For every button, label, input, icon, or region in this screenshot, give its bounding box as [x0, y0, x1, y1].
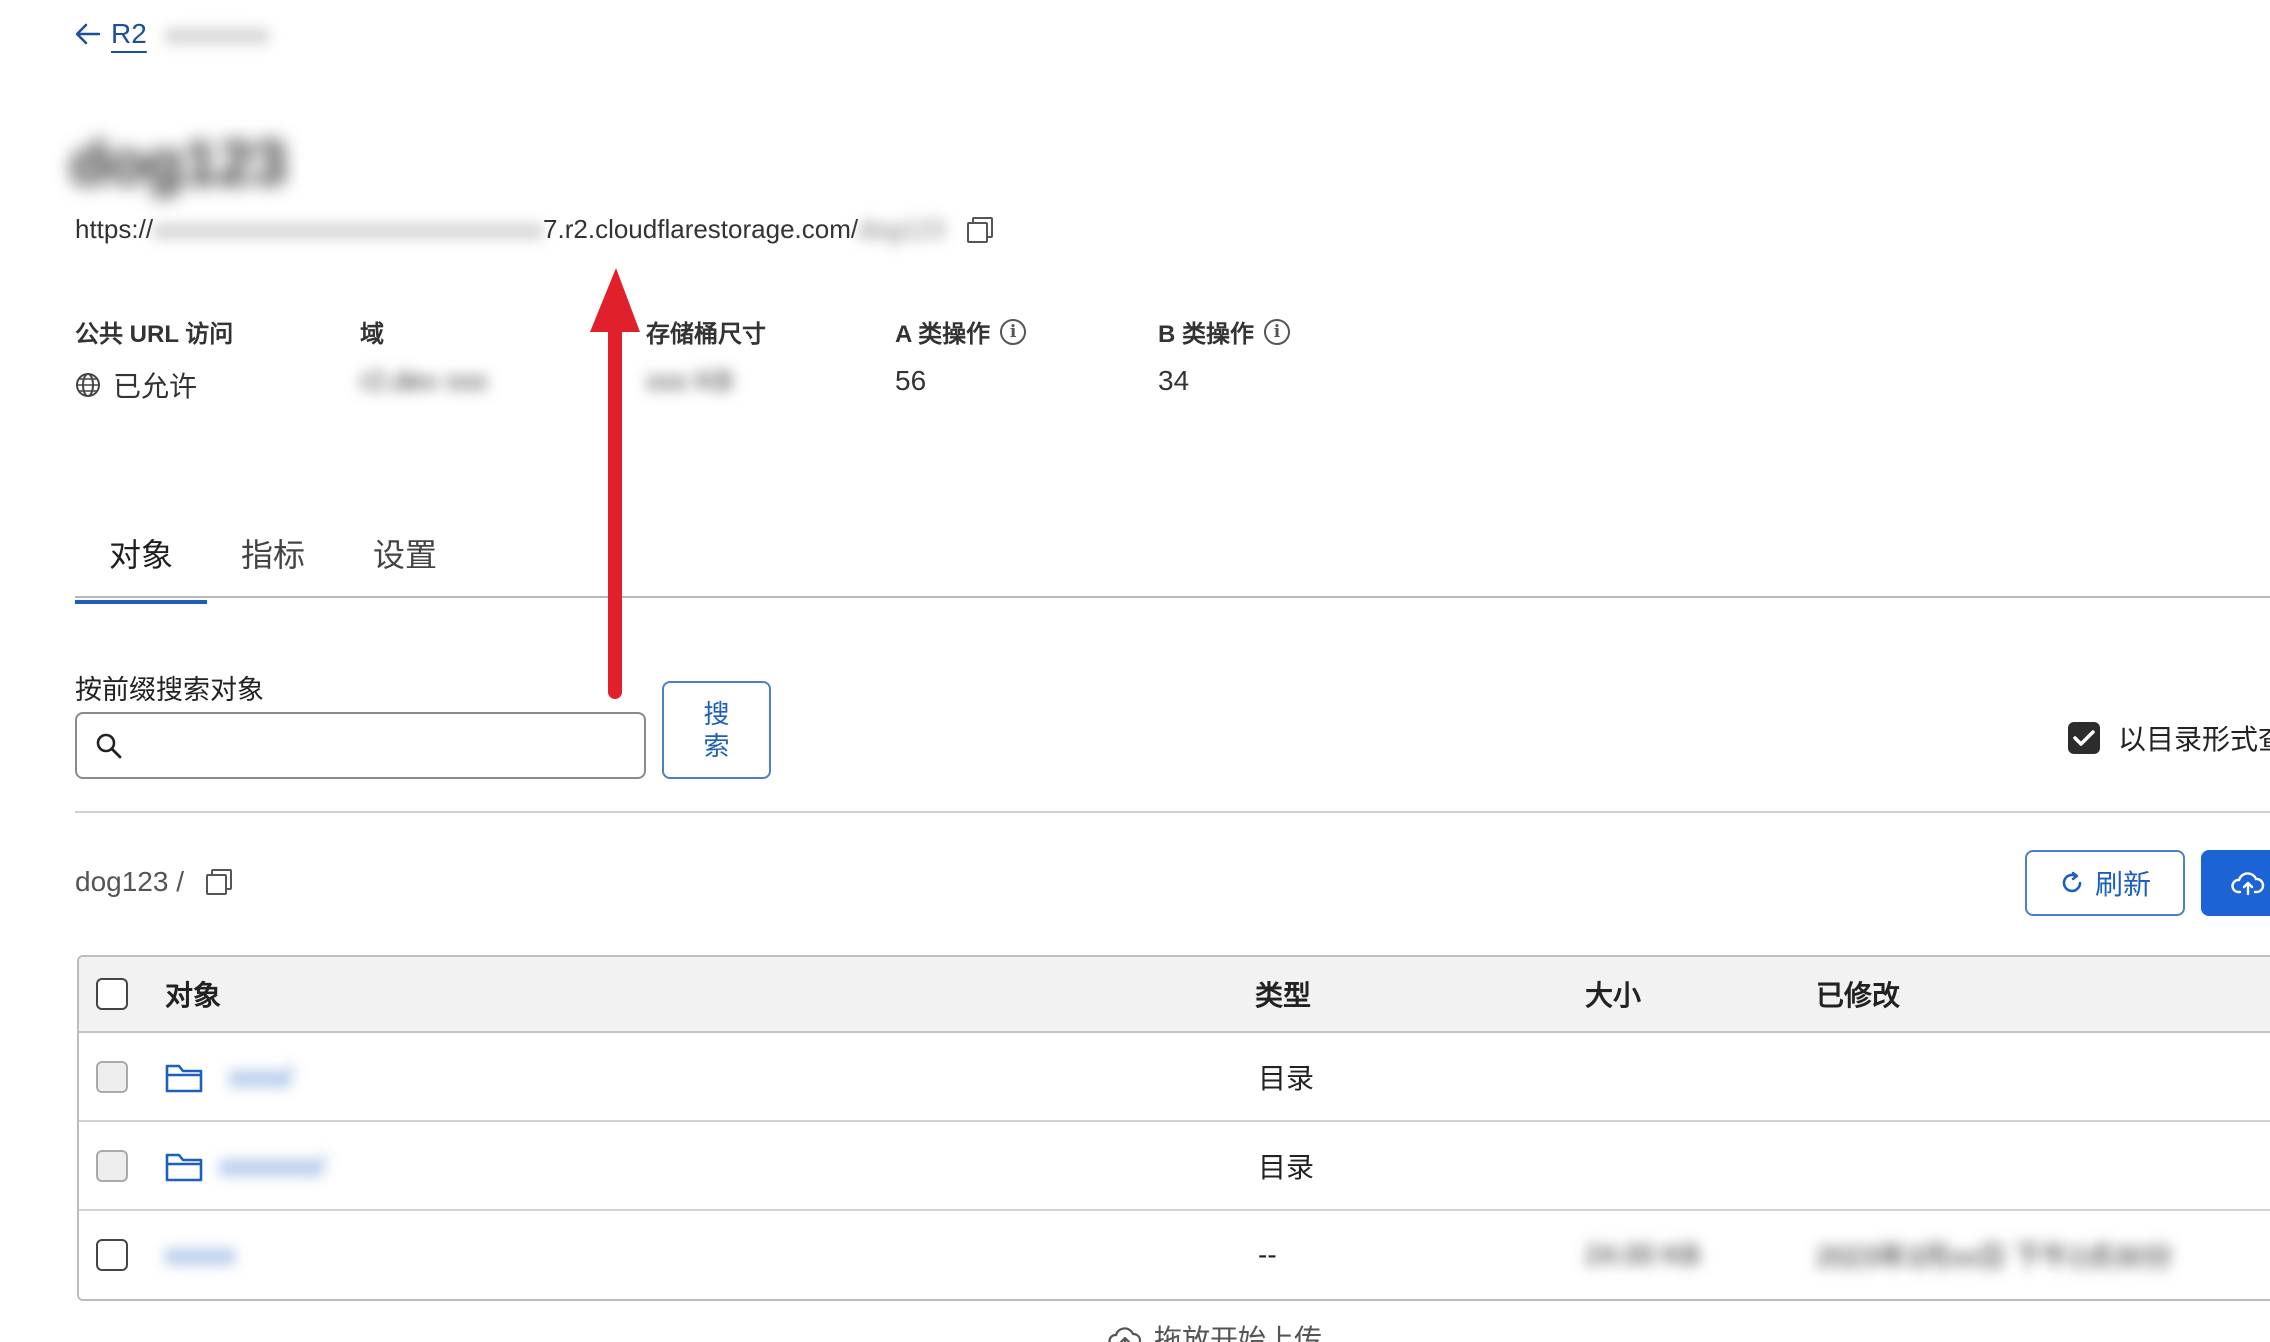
storage-label: 存储桶尺寸 — [646, 314, 766, 349]
directory-view-toggle[interactable]: 以目录形式查看 — [2068, 718, 2270, 758]
bucket-endpoint: https:// xxxxxxxxxxxxxxxxxxxxxxxxxxxxxx … — [75, 214, 995, 245]
domain-value[interactable]: r2.dev xxx — [360, 365, 488, 397]
endpoint-account-id: xxxxxxxxxxxxxxxxxxxxxxxxxxxxxx — [153, 214, 544, 244]
breadcrumb-back-link[interactable]: R2 xxxxxxxx — [75, 18, 269, 50]
current-path: dog123 / — [75, 866, 234, 898]
refresh-label: 刷新 — [2094, 869, 2151, 900]
header-size[interactable]: 大小 — [1585, 957, 1641, 1031]
annotation-arrow — [590, 268, 640, 699]
directory-view-checkbox[interactable] — [2068, 722, 2100, 754]
table-row: xxxx/ 目录 — [79, 1033, 2270, 1122]
cloud-upload-icon — [1108, 1327, 1142, 1342]
breadcrumb-r2[interactable]: R2 — [111, 18, 147, 50]
arrow-left-icon — [75, 23, 101, 45]
table-row: xxxxxxx/ 目录 — [79, 1122, 2270, 1211]
tab-settings[interactable]: 设置 — [339, 520, 471, 604]
public-url-label-text: 公共 URL 访问 — [75, 321, 234, 348]
folder-icon — [165, 1153, 203, 1181]
folder-icon — [165, 1064, 203, 1092]
tabs-divider — [75, 596, 2270, 598]
tab-metrics[interactable]: 指标 — [207, 520, 339, 604]
breadcrumb-account: xxxxxxxx — [164, 18, 269, 49]
tab-bar: 对象 指标 设置 — [75, 520, 471, 604]
object-type: 目录 — [1258, 1151, 1315, 1183]
header-type[interactable]: 类型 — [1255, 957, 1311, 1031]
object-name-link[interactable]: xxxx/ — [229, 1033, 293, 1120]
object-name-link[interactable]: xxxxxxx/ — [219, 1122, 325, 1209]
header-object[interactable]: 对象 — [165, 957, 221, 1031]
endpoint-domain: 7.r2.cloudflarestorage.com/ — [543, 214, 859, 244]
bucket-title: dog123 — [70, 129, 288, 198]
table-header: 对象 类型 大小 已修改 — [79, 957, 2270, 1033]
endpoint-prefix: https:// — [75, 214, 154, 244]
class-b-label: B 类操作 i — [1158, 314, 1290, 349]
row-checkbox[interactable] — [96, 1149, 128, 1182]
class-a-value: 56 — [895, 365, 927, 396]
search-input[interactable] — [137, 730, 644, 761]
upload-dropzone[interactable]: 拖放开始上传 — [1108, 1318, 1322, 1342]
refresh-icon — [2062, 871, 2082, 893]
cloud-upload-icon — [2231, 872, 2265, 896]
public-url-status: 已允许 — [113, 371, 198, 402]
info-icon[interactable]: i — [1000, 318, 1027, 345]
endpoint-bucket: dog123 — [858, 214, 945, 244]
search-label: 按前缀搜索对象 — [75, 675, 264, 705]
object-modified: 2023年3月xx日 下午2点30分 — [1816, 1241, 2173, 1272]
domain-label-text: 域 — [360, 321, 384, 348]
table-row: xxxxx -- 24.00 KB 2023年3月xx日 下午2点30分 — [79, 1211, 2270, 1299]
copy-icon[interactable] — [965, 215, 995, 245]
class-b-value: 34 — [1158, 365, 1190, 396]
header-modified[interactable]: 已修改 — [1816, 957, 1900, 1031]
copy-path-icon[interactable] — [204, 867, 234, 897]
public-url-value: 已允许 — [75, 365, 197, 405]
object-type: 目录 — [1258, 1062, 1315, 1094]
objects-table: 对象 类型 大小 已修改 xxxx/ 目录 xxxxxxx/ 目录 xxxxx … — [77, 955, 2270, 1301]
row-checkbox[interactable] — [96, 1239, 128, 1271]
public-url-label: 公共 URL 访问 — [75, 314, 233, 349]
refresh-button[interactable]: 刷新 — [2025, 850, 2185, 916]
search-button[interactable]: 搜索 — [662, 681, 771, 779]
select-all-checkbox[interactable] — [96, 978, 128, 1010]
upload-button[interactable] — [2201, 850, 2270, 916]
globe-icon — [76, 373, 100, 397]
path-label: dog123 / — [75, 866, 184, 897]
object-name-link[interactable]: xxxxx — [165, 1211, 235, 1299]
domain-label: 域 — [360, 314, 384, 349]
search-icon — [96, 733, 122, 758]
row-checkbox[interactable] — [96, 1060, 128, 1093]
directory-view-label: 以目录形式查看 — [2118, 724, 2270, 755]
class-a-label: A 类操作 i — [895, 314, 1027, 349]
class-b-label-text: B 类操作 — [1158, 321, 1254, 348]
object-type: -- — [1258, 1239, 1277, 1270]
object-size: 24.00 KB — [1585, 1239, 1701, 1270]
dropzone-label: 拖放开始上传 — [1154, 1324, 1323, 1342]
check-icon — [2073, 730, 2095, 746]
storage-value: xxx KB — [646, 365, 734, 396]
info-icon[interactable]: i — [1264, 318, 1290, 345]
class-a-label-text: A 类操作 — [895, 321, 991, 348]
search-field[interactable] — [75, 712, 646, 779]
section-divider — [75, 811, 2270, 813]
tab-objects[interactable]: 对象 — [75, 520, 208, 604]
storage-label-text: 存储桶尺寸 — [646, 321, 766, 348]
